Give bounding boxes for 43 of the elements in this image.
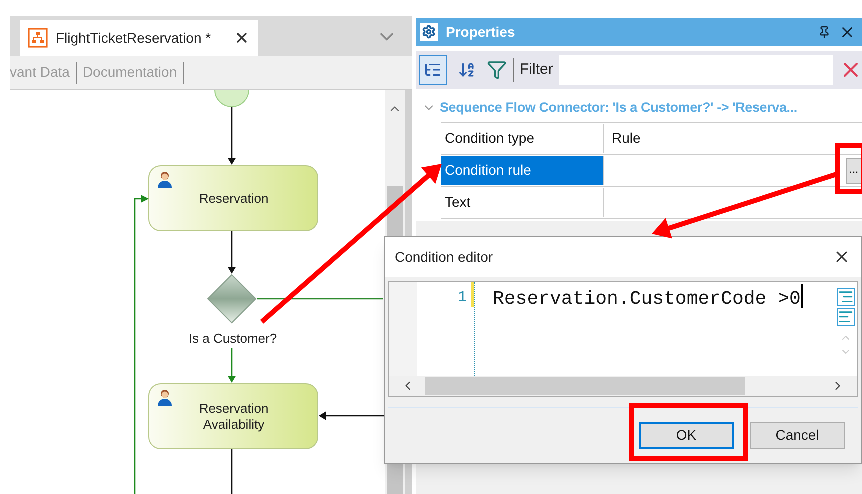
gateway-label: Is a Customer? bbox=[188, 331, 278, 346]
highlight-frame bbox=[836, 144, 862, 194]
start-event[interactable] bbox=[214, 90, 250, 108]
flow-arrow bbox=[319, 412, 385, 420]
property-name[interactable]: Text bbox=[441, 188, 604, 217]
task-label: Reservation bbox=[199, 401, 269, 416]
dialog-button[interactable]: OK bbox=[639, 422, 734, 449]
ellipsis-button[interactable]: ... bbox=[846, 158, 862, 184]
categorized-view-button[interactable] bbox=[419, 55, 447, 85]
task-box[interactable] bbox=[148, 384, 318, 450]
close-icon[interactable] bbox=[234, 30, 250, 46]
code-editor[interactable]: 1 Reservation.CustomerCode >0 bbox=[388, 281, 858, 397]
dialog-title: Condition editor bbox=[395, 248, 494, 266]
flow-arrow bbox=[228, 348, 236, 383]
property-name[interactable]: Condition type bbox=[441, 124, 604, 153]
sort-az-icon bbox=[458, 61, 476, 79]
document-tab[interactable]: FlightTicketReservation * bbox=[20, 20, 258, 56]
user-icon bbox=[158, 390, 172, 406]
indent-icon[interactable] bbox=[837, 288, 855, 306]
hierarchy-icon bbox=[28, 28, 48, 48]
tree-list-icon bbox=[424, 61, 442, 79]
line-number: 1 bbox=[456, 288, 467, 308]
flow-arrow bbox=[228, 231, 236, 274]
task-label: Availability bbox=[203, 417, 265, 432]
property-name[interactable]: Condition rule bbox=[441, 156, 604, 185]
settings-icon bbox=[420, 23, 438, 41]
filter-field[interactable] bbox=[559, 55, 833, 85]
flow-line bbox=[231, 449, 233, 494]
filter-icon[interactable] bbox=[487, 60, 507, 80]
outdent-icon[interactable] bbox=[837, 308, 855, 326]
user-icon bbox=[158, 172, 172, 188]
flow-arrow bbox=[228, 107, 236, 165]
code-line: Reservation.CustomerCode >0 bbox=[492, 287, 801, 312]
dialog-button[interactable]: Cancel bbox=[750, 422, 845, 449]
filter-label: Filter bbox=[520, 60, 554, 80]
tab-title: FlightTicketReservation * bbox=[56, 28, 212, 48]
horizontal-scrollbar[interactable] bbox=[389, 376, 857, 396]
property-value: Rule bbox=[612, 129, 641, 148]
gateway-diamond[interactable] bbox=[207, 274, 257, 324]
panel-title: Properties bbox=[446, 22, 516, 42]
task-label: Reservation bbox=[199, 191, 269, 206]
pin-icon[interactable] bbox=[818, 26, 831, 38]
text-cursor bbox=[800, 284, 803, 308]
